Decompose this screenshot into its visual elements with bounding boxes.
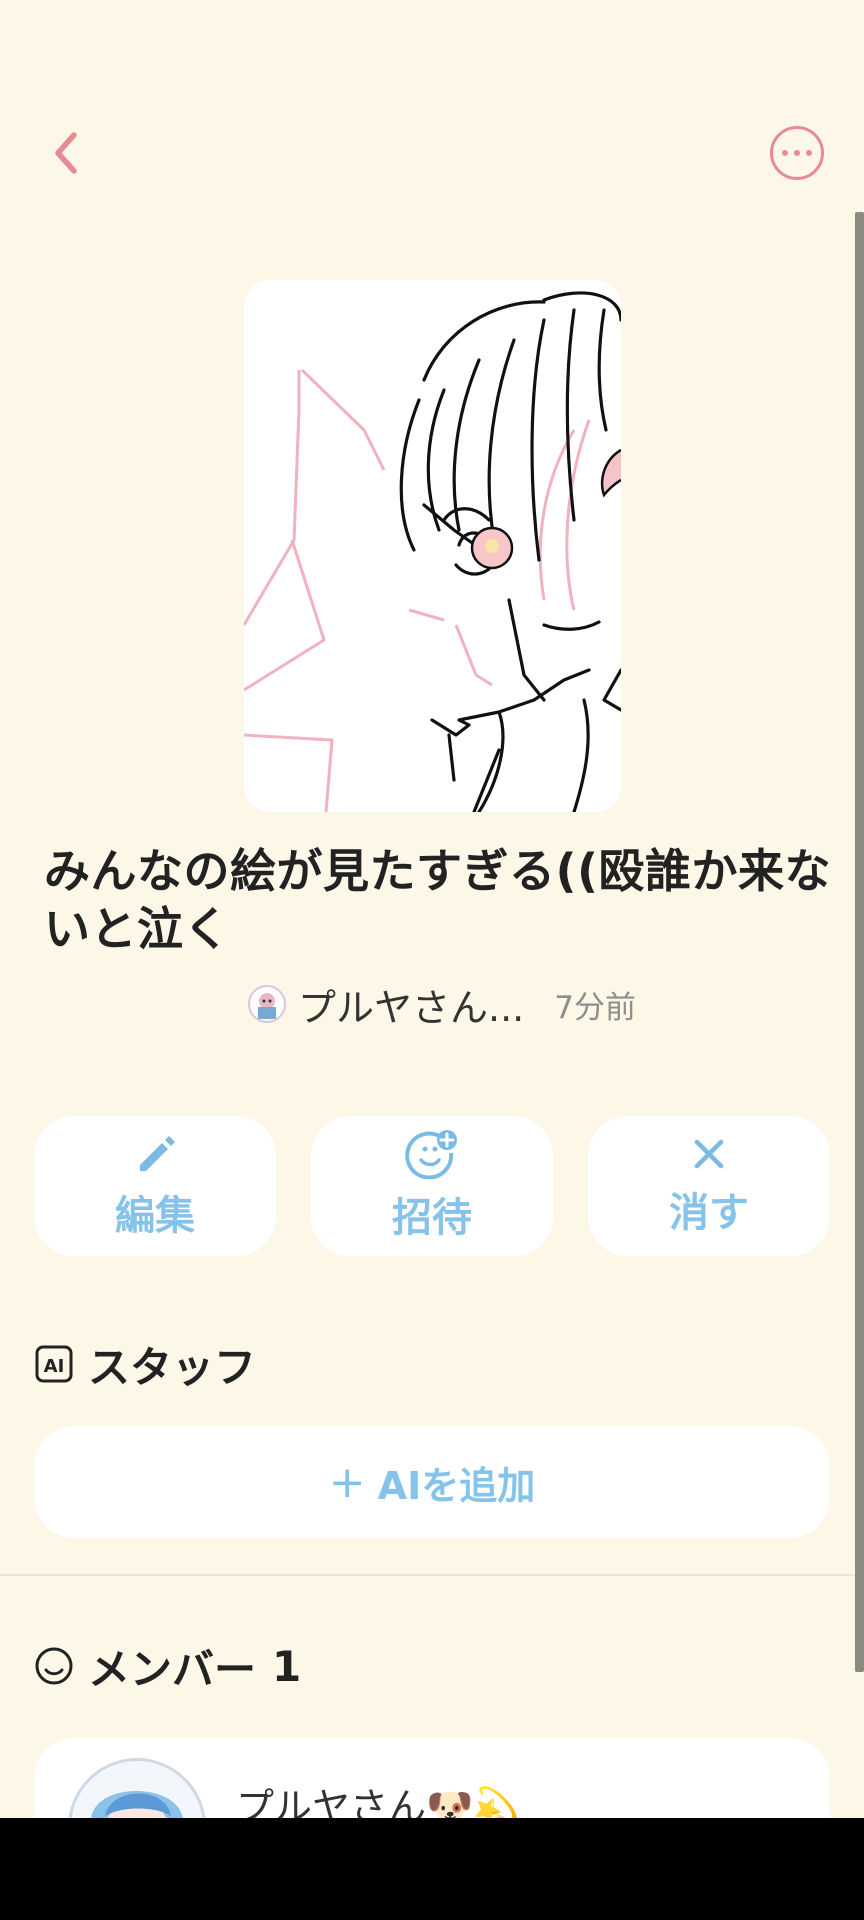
section-divider xyxy=(0,1574,855,1576)
close-x-icon xyxy=(694,1139,724,1169)
svg-text:AI: AI xyxy=(44,1356,65,1377)
delete-label: 消す xyxy=(669,1190,749,1236)
edit-label: 編集 xyxy=(115,1193,195,1239)
author-avatar[interactable] xyxy=(248,985,286,1023)
room-title: みんなの絵が見たすぎる((殴誰か来ないと泣く xyxy=(44,844,832,956)
chevron-left-icon xyxy=(55,132,77,174)
members-section-header: メンバー 1 xyxy=(34,1636,301,1696)
sketch-illustration xyxy=(244,291,621,812)
cover-image xyxy=(244,280,621,812)
plus-icon: + xyxy=(328,1456,366,1508)
delete-button[interactable]: 消す xyxy=(588,1116,830,1256)
author-name[interactable]: プルヤさん... xyxy=(298,977,524,1032)
edit-button[interactable]: 編集 xyxy=(34,1116,276,1256)
invite-face-plus-icon xyxy=(405,1130,457,1179)
pencil-icon xyxy=(140,1136,175,1171)
author-meta: プルヤさん... 7分前 xyxy=(248,978,636,1030)
ai-icon: AI xyxy=(34,1344,74,1384)
invite-label: 招待 xyxy=(392,1195,472,1241)
post-time: 7分前 xyxy=(554,989,636,1026)
smile-face-icon xyxy=(34,1646,74,1686)
members-heading: メンバー xyxy=(88,1644,257,1694)
add-ai-label: AIを追加 xyxy=(377,1463,536,1508)
staff-heading: スタッフ xyxy=(88,1342,257,1392)
invite-button[interactable]: 招待 xyxy=(311,1116,553,1256)
members-count: 1 xyxy=(272,1641,302,1691)
more-options-button[interactable] xyxy=(770,126,824,180)
more-dots-icon xyxy=(782,150,788,156)
staff-section-header: AI スタッフ xyxy=(34,1334,256,1394)
add-ai-button[interactable]: + AIを追加 xyxy=(34,1426,830,1538)
system-navigation-bar xyxy=(0,1818,864,1920)
back-button[interactable] xyxy=(40,125,90,181)
scrollbar[interactable] xyxy=(855,212,864,1672)
